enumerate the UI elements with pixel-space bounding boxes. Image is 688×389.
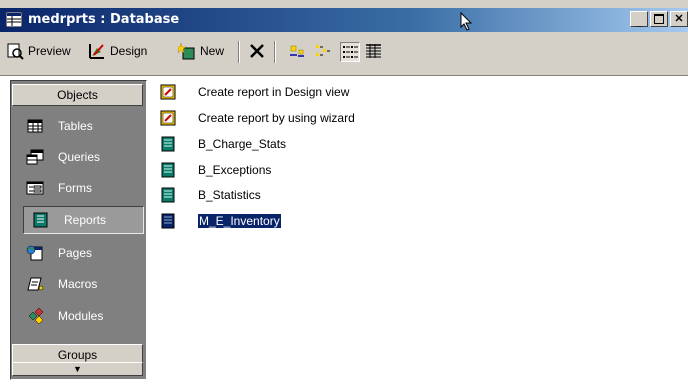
report-icon — [161, 213, 175, 229]
list-item-report[interactable]: B_Exceptions — [160, 160, 271, 180]
objects-group-button[interactable]: Objects — [12, 84, 143, 106]
sidebar-item-label: Reports — [64, 213, 107, 227]
macro-icon — [27, 277, 44, 291]
toolbar-separator — [238, 41, 240, 63]
design-button[interactable]: Design — [88, 41, 147, 61]
small-icons-button[interactable] — [314, 42, 334, 62]
create-design-icon — [160, 84, 176, 100]
details-view-icon — [366, 44, 381, 58]
report-icon — [161, 162, 175, 178]
details-view-button[interactable] — [364, 42, 384, 62]
list-item-create-design[interactable]: Create report in Design view — [160, 82, 349, 102]
sidebar-item-label: Macros — [58, 277, 98, 291]
new-icon — [178, 42, 195, 60]
list-item-report-selected[interactable]: M_E_Inventory — [160, 211, 282, 231]
list-item-label: B_Charge_Stats — [198, 137, 287, 151]
maximize-button[interactable] — [650, 11, 668, 27]
scroll-down-button[interactable]: ▼ — [12, 362, 143, 376]
sidebar-item-label: Tables — [58, 119, 93, 133]
toolbar: Preview Design New — [0, 33, 688, 69]
mouse-cursor-icon — [460, 12, 473, 31]
sidebar-item-reports[interactable]: Reports — [23, 206, 144, 234]
table-icon — [27, 119, 43, 133]
query-icon — [26, 149, 44, 165]
minimize-button[interactable]: _ — [630, 11, 648, 27]
sidebar-item-label: Modules — [58, 309, 104, 323]
preview-label: Preview — [28, 44, 71, 58]
window-title: medrprts : Database — [28, 12, 180, 27]
list-item-label: Create report in Design view — [198, 85, 350, 99]
list-item-create-wizard[interactable]: Create report by using wizard — [160, 108, 355, 128]
preview-icon — [7, 43, 24, 60]
toolbar-separator — [274, 41, 276, 63]
design-label: Design — [110, 44, 148, 58]
list-item-label: M_E_Inventory — [197, 213, 282, 229]
sidebar-item-label: Pages — [58, 246, 93, 260]
close-icon: ✕ — [674, 12, 684, 25]
sidebar-item-forms[interactable]: Forms — [18, 174, 142, 202]
small-icons-icon — [316, 45, 330, 56]
list-item-label: B_Exceptions — [198, 163, 272, 177]
delete-button[interactable] — [248, 41, 266, 61]
preview-button[interactable]: Preview — [6, 41, 71, 61]
large-icons-button[interactable] — [288, 42, 308, 62]
new-button[interactable]: New — [178, 41, 224, 61]
module-icon — [28, 307, 44, 325]
create-wizard-icon — [160, 110, 176, 126]
list-view-icon — [343, 46, 358, 58]
list-item-report[interactable]: B_Charge_Stats — [160, 134, 286, 154]
sidebar-item-pages[interactable]: Pages — [18, 239, 142, 267]
database-icon — [6, 12, 22, 27]
maximize-icon — [654, 14, 664, 24]
form-icon — [26, 181, 44, 195]
sidebar-item-label: Queries — [58, 150, 101, 164]
new-label: New — [200, 44, 225, 58]
report-icon — [33, 212, 48, 228]
list-item-report[interactable]: B_Statistics — [160, 185, 261, 205]
delete-icon — [250, 44, 264, 58]
minimize-icon: _ — [635, 15, 643, 28]
sidebar-item-label: Forms — [58, 181, 92, 195]
database-window: medrprts : Database _ ✕ Preview Design N… — [0, 0, 688, 389]
list-view-button[interactable] — [340, 42, 360, 62]
title-bar[interactable]: medrprts : Database _ ✕ — [0, 8, 688, 32]
report-icon — [161, 136, 175, 152]
arrow-down-icon: ▼ — [73, 364, 82, 374]
sidebar-item-tables[interactable]: Tables — [18, 112, 142, 140]
report-icon — [161, 187, 175, 203]
sidebar-item-modules[interactable]: Modules — [18, 302, 142, 330]
sidebar-item-macros[interactable]: Macros — [18, 270, 142, 298]
large-icons-icon — [290, 45, 304, 57]
sidebar-item-queries[interactable]: Queries — [18, 143, 142, 171]
list-item-label: Create report by using wizard — [198, 111, 355, 125]
design-icon — [89, 44, 104, 59]
list-item-label: B_Statistics — [198, 188, 261, 202]
close-button[interactable]: ✕ — [670, 11, 688, 27]
page-icon — [26, 245, 43, 261]
